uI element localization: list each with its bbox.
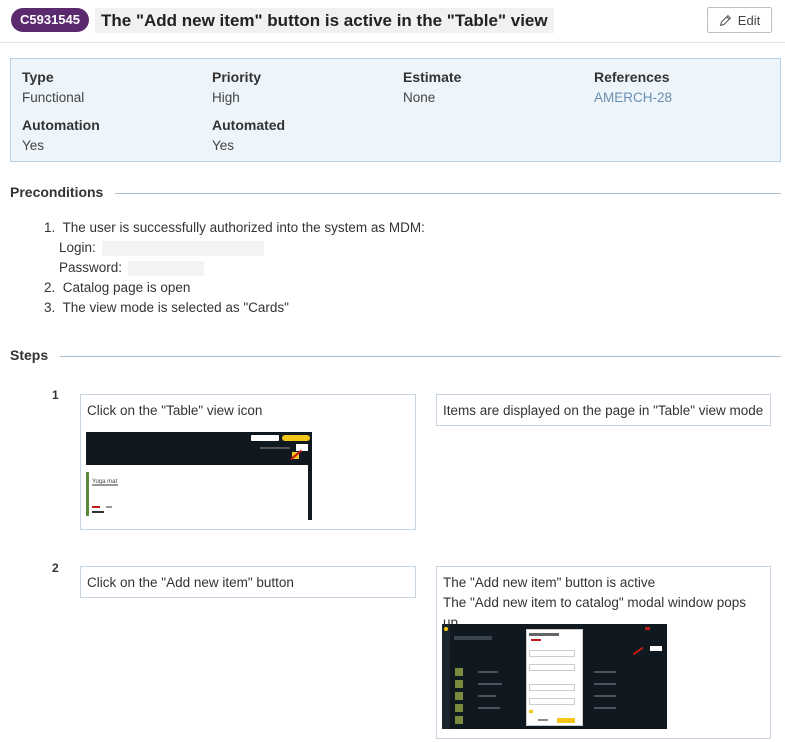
- case-header: C5931545 The "Add new item" button is ac…: [0, 0, 785, 43]
- precondition-item: 2. Catalog page is open: [44, 278, 425, 298]
- step-expected: Items are displayed on the page in "Tabl…: [436, 394, 771, 426]
- redacted-login: [101, 240, 264, 256]
- step-expected: The "Add new item" button is active The …: [436, 566, 771, 739]
- property-references: References AMERCH-28: [594, 69, 672, 106]
- preconditions-title: Preconditions: [10, 184, 116, 201]
- preconditions-list: 1. The user is successfully authorized i…: [44, 218, 425, 318]
- step-screenshot[interactable]: [442, 624, 667, 729]
- property-label: Automation: [22, 117, 100, 133]
- reference-link[interactable]: AMERCH-28: [594, 89, 672, 106]
- step-expected-text: Items are displayed on the page in "Tabl…: [443, 403, 764, 418]
- section-divider: [10, 356, 781, 357]
- steps-title: Steps: [10, 347, 61, 364]
- property-value: None: [403, 90, 436, 105]
- properties-panel: Type Functional Priority High Estimate N…: [10, 58, 781, 162]
- property-type: Type Functional: [22, 69, 84, 106]
- step-number: 1: [52, 388, 59, 402]
- property-automated: Automated Yes: [212, 117, 285, 154]
- redacted-password: [128, 260, 205, 276]
- property-label: Automated: [212, 117, 286, 133]
- screenshot-card-title: Yoga mat: [92, 479, 118, 485]
- precondition-text: Catalog page is open: [62, 280, 191, 295]
- login-row: Login:: [44, 238, 425, 258]
- section-divider: [10, 193, 781, 194]
- password-label: Password:: [59, 260, 123, 275]
- list-number: 3.: [44, 300, 56, 315]
- password-row: Password:: [44, 258, 425, 278]
- property-estimate: Estimate None: [403, 69, 461, 106]
- case-id-badge: C5931545: [11, 8, 89, 32]
- property-automation: Automation Yes: [22, 117, 100, 154]
- pencil-icon: [719, 14, 731, 26]
- step-expected-text: The "Add new item" button is active: [443, 575, 656, 590]
- property-value: High: [212, 90, 240, 105]
- list-number: 1.: [44, 220, 56, 235]
- property-value: Yes: [22, 138, 45, 153]
- step-action-text: Click on the "Add new item" button: [87, 575, 294, 590]
- step-number: 2: [52, 561, 59, 575]
- property-label: Estimate: [403, 69, 462, 85]
- property-value: Functional: [22, 90, 85, 105]
- step-screenshot[interactable]: Yoga mat: [86, 432, 312, 520]
- property-label: Type: [22, 69, 54, 85]
- login-label: Login:: [59, 240, 96, 255]
- property-value: Yes: [212, 138, 235, 153]
- precondition-text: The view mode is selected as "Cards": [62, 300, 289, 315]
- property-priority: Priority High: [212, 69, 261, 106]
- property-label: Priority: [212, 69, 262, 85]
- precondition-item: 3. The view mode is selected as "Cards": [44, 298, 425, 318]
- list-number: 2.: [44, 280, 56, 295]
- step-action-text: Click on the "Table" view icon: [87, 403, 263, 418]
- edit-button[interactable]: Edit: [707, 7, 772, 33]
- edit-button-label: Edit: [737, 12, 761, 28]
- step-action: Click on the "Add new item" button: [80, 566, 416, 598]
- property-label: References: [594, 69, 670, 85]
- precondition-text: The user is successfully authorized into…: [62, 220, 425, 235]
- case-title: The "Add new item" button is active in t…: [95, 8, 554, 33]
- precondition-item: 1. The user is successfully authorized i…: [44, 218, 425, 238]
- step-action: Click on the "Table" view icon Yoga mat: [80, 394, 416, 530]
